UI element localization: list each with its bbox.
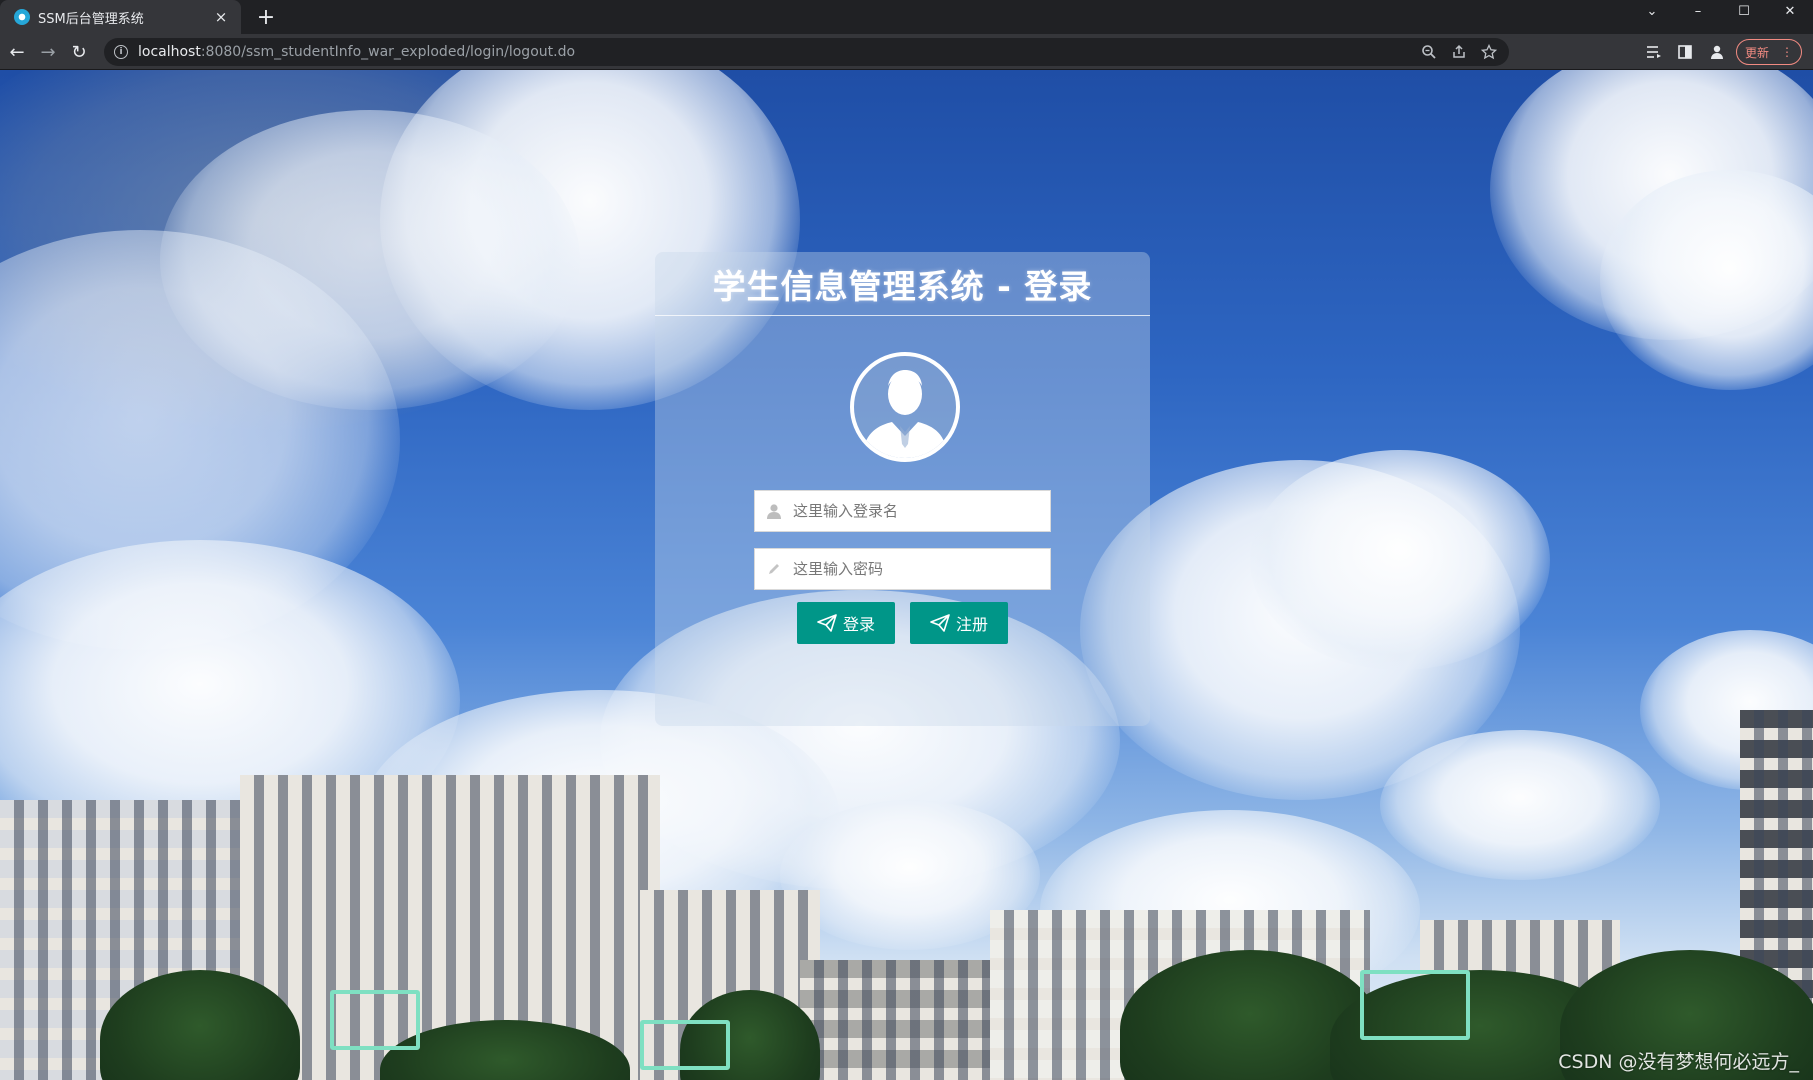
url-host: localhost	[138, 44, 201, 60]
username-field[interactable]	[754, 490, 1051, 532]
password-input[interactable]	[793, 550, 1050, 588]
tab-search-icon[interactable]: ⌄	[1629, 0, 1675, 22]
zoom-icon[interactable]	[1421, 44, 1437, 60]
watermark: CSDN @没有梦想何必远方_	[1558, 1051, 1799, 1073]
basketball-hoop	[1360, 970, 1470, 1040]
password-field[interactable]	[754, 548, 1051, 590]
window-controls: ⌄ – ☐ ✕	[1629, 0, 1813, 22]
basketball-hoop	[640, 1020, 730, 1070]
reload-button[interactable]: ↻	[66, 39, 92, 65]
cloud	[1380, 730, 1660, 880]
site-favicon-icon	[14, 9, 30, 25]
site-info-icon[interactable]: i	[114, 45, 128, 59]
new-tab-button[interactable]: +	[253, 4, 279, 30]
basketball-hoop	[330, 990, 420, 1050]
user-icon	[755, 491, 793, 531]
forward-button[interactable]: →	[35, 39, 61, 65]
minimize-button[interactable]: –	[1675, 0, 1721, 22]
update-button[interactable]: 更新 ⋮	[1736, 39, 1802, 65]
tab-bar: SSM后台管理系统 × + ⌄ – ☐ ✕	[0, 0, 1813, 34]
address-bar[interactable]: i localhost:8080/ssm_studentInfo_war_exp…	[104, 38, 1509, 66]
login-title: 学生信息管理系统 - 登录	[655, 252, 1150, 316]
profile-icon[interactable]	[1704, 39, 1730, 65]
tab-title: SSM后台管理系统	[38, 11, 144, 27]
browser-toolbar: ← → ↻ i localhost:8080/ssm_studentInfo_w…	[0, 34, 1813, 70]
close-tab-icon[interactable]: ×	[211, 7, 231, 27]
username-input[interactable]	[793, 492, 1050, 530]
reading-list-icon[interactable]	[1641, 39, 1667, 65]
login-panel: 学生信息管理系统 - 登录 登录	[655, 252, 1150, 726]
login-button[interactable]: 登录	[797, 602, 895, 644]
close-window-button[interactable]: ✕	[1767, 0, 1813, 22]
omnibox-actions	[1421, 38, 1497, 66]
maximize-button[interactable]: ☐	[1721, 0, 1767, 22]
url-path: :8080/ssm_studentInfo_war_exploded/login…	[200, 44, 576, 60]
update-label: 更新	[1744, 45, 1769, 60]
login-button-label: 登录	[842, 615, 875, 634]
browser-tab[interactable]: SSM后台管理系统 ×	[0, 0, 241, 34]
more-menu-icon[interactable]: ⋮	[1781, 45, 1793, 59]
cloud	[1250, 450, 1550, 670]
back-button[interactable]: ←	[4, 39, 30, 65]
register-button-label: 注册	[955, 615, 988, 634]
page-viewport: 学生信息管理系统 - 登录 登录	[0, 70, 1813, 1080]
pencil-icon	[755, 549, 793, 589]
person-avatar-icon	[850, 352, 960, 462]
paper-plane-icon	[930, 614, 950, 632]
share-icon[interactable]	[1451, 44, 1467, 60]
paper-plane-icon	[817, 614, 837, 632]
side-panel-icon[interactable]	[1672, 39, 1698, 65]
register-button[interactable]: 注册	[910, 602, 1008, 644]
bookmark-star-icon[interactable]	[1481, 44, 1497, 60]
